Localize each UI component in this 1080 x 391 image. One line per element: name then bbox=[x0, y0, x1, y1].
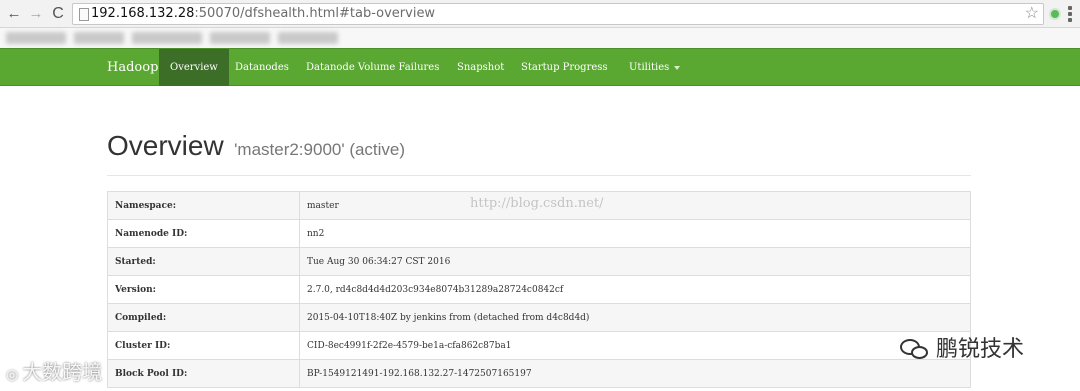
page-heading: Overview 'master2:9000' (active) bbox=[107, 130, 405, 162]
row-value: 2015-04-10T18:40Z by jenkins from (detac… bbox=[299, 303, 971, 332]
url-host: 192.168.132.28 bbox=[91, 6, 195, 21]
blurred-bookmark bbox=[6, 32, 66, 44]
blurred-bookmark bbox=[74, 32, 124, 44]
caret-down-icon bbox=[674, 65, 681, 70]
row-value: Tue Aug 30 06:34:27 CST 2016 bbox=[299, 247, 971, 276]
hadoop-brand[interactable]: Hadoop bbox=[107, 49, 158, 86]
utilities-dropdown[interactable]: Utilities bbox=[629, 49, 681, 86]
watermark-logo-icon: ◎ bbox=[6, 367, 19, 383]
row-key: Cluster ID: bbox=[107, 331, 300, 360]
blog-watermark: http://blog.csdn.net/ bbox=[470, 196, 604, 211]
reload-icon[interactable]: C bbox=[48, 4, 68, 24]
row-value: nn2 bbox=[299, 219, 971, 248]
hadoop-navbar: Hadoop Overview Datanodes Datanode Volum… bbox=[0, 48, 1080, 86]
bookmarks-bar bbox=[0, 28, 1080, 48]
back-arrow-icon[interactable]: ← bbox=[4, 4, 24, 24]
bookmark-star-icon[interactable]: ☆ bbox=[1025, 4, 1039, 24]
tab-datanodes[interactable]: Datanodes bbox=[235, 49, 289, 86]
right-watermark: 鹏锐技术 bbox=[900, 331, 1024, 363]
blurred-bookmark bbox=[278, 32, 338, 44]
row-value: master bbox=[299, 191, 971, 220]
row-value: 2.7.0, rd4c8d4d4d203c934e8074b31289a2872… bbox=[299, 275, 971, 304]
wechat-icon bbox=[900, 339, 930, 361]
extension-icon[interactable] bbox=[1049, 8, 1061, 20]
utilities-label: Utilities bbox=[629, 62, 670, 73]
browser-menu-icon[interactable] bbox=[1068, 6, 1072, 22]
left-watermark-text: 大数跨境 bbox=[22, 360, 103, 384]
tab-datanode-volume-failures[interactable]: Datanode Volume Failures bbox=[306, 49, 439, 86]
row-value: BP-1549121491-192.168.132.27-14725071651… bbox=[299, 359, 971, 388]
row-key: Version: bbox=[107, 275, 300, 304]
row-key: Compiled: bbox=[107, 303, 300, 332]
heading-divider bbox=[107, 175, 971, 176]
row-key: Namenode ID: bbox=[107, 219, 300, 248]
tab-snapshot[interactable]: Snapshot bbox=[457, 49, 504, 86]
url-text[interactable]: 192.168.132.28:50070/dfshealth.html#tab-… bbox=[91, 6, 435, 22]
address-bar[interactable]: 192.168.132.28:50070/dfshealth.html#tab-… bbox=[72, 3, 1044, 25]
overview-table: Namespace: master Namenode ID: nn2 Start… bbox=[107, 191, 971, 388]
tab-startup-progress[interactable]: Startup Progress bbox=[521, 49, 608, 86]
url-path: :50070/dfshealth.html#tab-overview bbox=[194, 6, 436, 21]
table-row: Block Pool ID: BP-1549121491-192.168.132… bbox=[107, 359, 971, 388]
blurred-bookmark bbox=[132, 32, 202, 44]
namenode-status: 'master2:9000' (active) bbox=[234, 140, 406, 159]
table-row: Compiled: 2015-04-10T18:40Z by jenkins f… bbox=[107, 303, 971, 332]
table-row: Cluster ID: CID-8ec4991f-2f2e-4579-be1a-… bbox=[107, 331, 971, 360]
row-key: Namespace: bbox=[107, 191, 300, 220]
page-icon bbox=[79, 8, 89, 21]
blurred-bookmark bbox=[210, 32, 270, 44]
right-watermark-text: 鹏锐技术 bbox=[936, 337, 1025, 362]
table-row: Namenode ID: nn2 bbox=[107, 219, 971, 248]
table-row: Started: Tue Aug 30 06:34:27 CST 2016 bbox=[107, 247, 971, 276]
row-key: Started: bbox=[107, 247, 300, 276]
left-watermark: ◎ 大数跨境 bbox=[6, 356, 102, 385]
row-value: CID-8ec4991f-2f2e-4579-be1a-cfa862c87ba1 bbox=[299, 331, 971, 360]
tab-overview[interactable]: Overview bbox=[159, 49, 229, 86]
browser-toolbar: ← → C 192.168.132.28:50070/dfshealth.htm… bbox=[0, 0, 1080, 28]
row-key: Block Pool ID: bbox=[107, 359, 300, 388]
forward-arrow-icon[interactable]: → bbox=[26, 4, 46, 24]
table-row: Version: 2.7.0, rd4c8d4d4d203c934e8074b3… bbox=[107, 275, 971, 304]
page-title: Overview bbox=[107, 130, 224, 161]
